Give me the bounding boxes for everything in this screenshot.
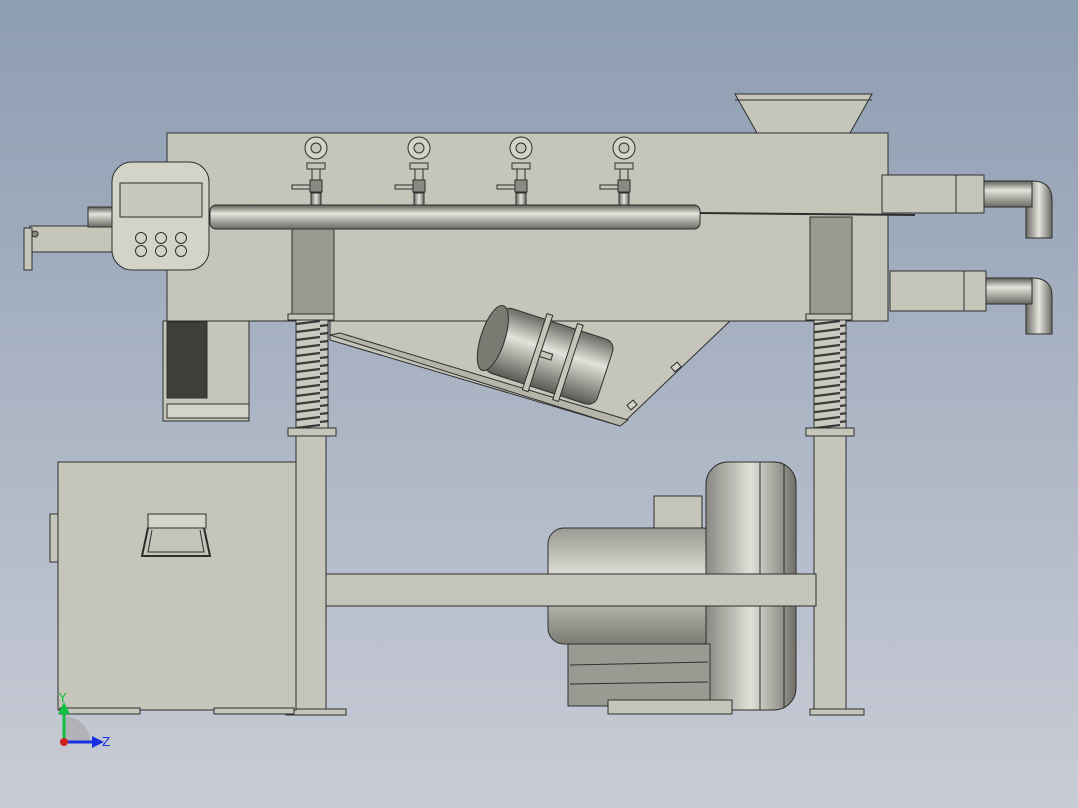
spray-pipe (209, 204, 701, 230)
controller-button[interactable] (175, 232, 187, 244)
collection-box (49, 461, 297, 715)
controller-button[interactable] (135, 245, 147, 257)
controller-display (119, 182, 203, 218)
frame-crossbeam (325, 573, 817, 607)
controller-button[interactable] (155, 232, 167, 244)
axis-label-y: Y (58, 691, 67, 705)
control-panel[interactable] (111, 161, 210, 271)
body-support-right (809, 216, 853, 316)
outlet-dark-panel (166, 321, 208, 399)
body-support-left (291, 228, 335, 316)
axis-label-z: Z (102, 735, 110, 749)
cad-viewport[interactable]: Y Z (0, 0, 1078, 808)
controller-button[interactable] (155, 245, 167, 257)
axis-x (60, 738, 68, 746)
controller-button[interactable] (135, 232, 147, 244)
controller-button[interactable] (175, 245, 187, 257)
